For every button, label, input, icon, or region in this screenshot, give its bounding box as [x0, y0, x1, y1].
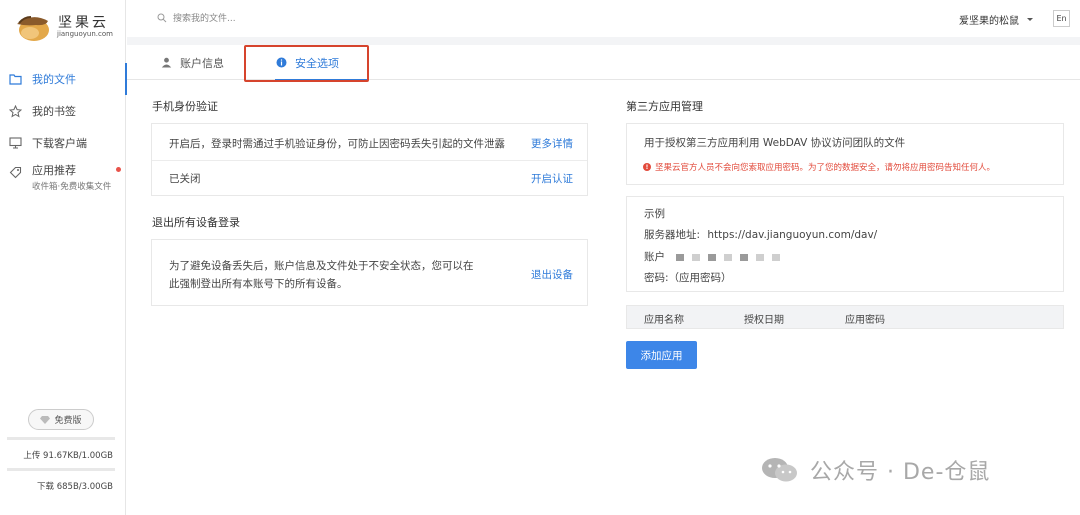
security-warning: ! 坚果云官方人员不会向您索取应用密码。为了您的数据安全，请勿将应用密码告知任何… [643, 161, 995, 173]
monitor-icon [8, 136, 22, 150]
account-label: 账户 [644, 251, 665, 263]
logout-all-card: 为了避免设备丢失后，账户信息及文件处于不安全状态，您可以在 此强制登出所有本账号… [151, 239, 588, 306]
server-url: https://dav.jianguoyun.com/dav/ [707, 229, 878, 241]
search-input[interactable]: 搜索我的文件... [157, 11, 236, 24]
search-icon [157, 13, 167, 22]
tag-icon [8, 165, 22, 179]
person-icon [160, 57, 172, 69]
masked-account [676, 251, 788, 263]
warning-icon: ! [643, 163, 651, 171]
folder-icon [8, 72, 22, 86]
tab-account-info[interactable]: 账户信息 [160, 45, 224, 80]
sidebar-item-label: 下载客户端 [32, 137, 87, 150]
logo[interactable]: 坚果云 jianguoyun.com [10, 8, 120, 44]
tab-label: 账户信息 [180, 56, 224, 70]
sidebar-item-text: 应用推荐 收件箱·免费收集文件 [32, 162, 111, 192]
top-divider-band [127, 37, 1080, 45]
sidebar-item-label: 我的书签 [32, 105, 76, 118]
more-details-link[interactable]: 更多详情 [531, 136, 573, 151]
third-party-desc: 用于授权第三方应用利用 WebDAV 协议访问团队的文件 [644, 137, 906, 149]
plan-label: 免费版 [54, 416, 82, 426]
brand-domain: jianguoyun.com [57, 30, 113, 38]
user-menu[interactable]: 爱坚果的松鼠 [959, 12, 1033, 27]
third-party-title: 第三方应用管理 [626, 100, 703, 113]
phone-verify-card: 开启后，登录时需通过手机验证身份，可防止因密码丢失引起的文件泄露 更多详情 已关… [151, 123, 588, 196]
phone-verify-title: 手机身份验证 [152, 100, 218, 113]
sidebar-item-my-files[interactable]: 我的文件 [0, 63, 127, 95]
sidebar-item-bookmarks[interactable]: 我的书签 [0, 95, 126, 127]
server-label: 服务器地址: [644, 229, 701, 241]
upload-quota-text: 上传 91.67KB/1.00GB [23, 451, 113, 461]
add-app-button[interactable]: 添加应用 [626, 341, 697, 369]
logout-all-title: 退出所有设备登录 [152, 216, 240, 229]
star-icon [8, 104, 22, 118]
brand-name: 坚果云 [58, 15, 109, 31]
watermark: 公众号 · De-仓鼠 [760, 454, 990, 486]
column-app-password: 应用密码 [845, 315, 885, 326]
tab-highlight-outline [244, 45, 369, 82]
column-app-name: 应用名称 [644, 315, 684, 326]
column-auth-date: 授权日期 [744, 315, 784, 326]
logout-devices-link[interactable]: 退出设备 [531, 267, 573, 282]
sidebar-nav: 我的文件 我的书签 下载客户端 应用推荐 收件箱·免费收集文件 [0, 63, 127, 195]
sidebar-item-label: 我的文件 [32, 73, 76, 86]
example-title: 示例 [644, 208, 665, 220]
card-divider [152, 160, 587, 161]
notification-dot [116, 167, 121, 172]
sidebar-item-sublabel: 收件箱·免费收集文件 [32, 182, 112, 192]
apps-table-header: 应用名称 授权日期 应用密码 [626, 305, 1064, 329]
server-address-row: 服务器地址: https://dav.jianguoyun.com/dav/ [644, 227, 877, 242]
logout-desc-line2: 此强制登出所有本账号下的所有设备。 [169, 278, 348, 290]
password-row: 密码:（应用密码） [644, 272, 732, 284]
logout-desc-line1: 为了避免设备丢失后，账户信息及文件处于不安全状态，您可以在 [169, 260, 474, 272]
sidebar-item-label: 应用推荐 [32, 164, 76, 177]
phone-verify-desc: 开启后，登录时需通过手机验证身份，可防止因密码丢失引起的文件泄露 [169, 138, 505, 150]
search-placeholder: 搜索我的文件... [173, 14, 236, 24]
download-quota-bar [7, 468, 115, 471]
example-card: 示例 服务器地址: https://dav.jianguoyun.com/dav… [626, 196, 1064, 292]
plan-badge[interactable]: 免费版 [28, 409, 94, 430]
sidebar-item-download-client[interactable]: 下载客户端 [0, 127, 126, 159]
top-bar: 搜索我的文件... 爱坚果的松鼠 En [127, 0, 1080, 37]
enable-verify-link[interactable]: 开启认证 [531, 171, 573, 186]
third-party-info-card: 用于授权第三方应用利用 WebDAV 协议访问团队的文件 ! 坚果云官方人员不会… [626, 123, 1064, 185]
wechat-icon [762, 458, 797, 482]
download-quota-text: 下载 685B/3.00GB [37, 482, 113, 492]
acorn-logo-icon [17, 16, 49, 41]
account-row: 账户 [644, 249, 788, 264]
username: 爱坚果的松鼠 [959, 16, 1019, 27]
sidebar-item-app-recommend[interactable]: 应用推荐 收件箱·免费收集文件 [0, 159, 126, 195]
chevron-down-icon [1027, 18, 1033, 21]
phone-verify-status: 已关闭 [169, 173, 201, 185]
upload-quota-bar [7, 437, 115, 440]
diamond-icon [40, 415, 51, 424]
sidebar: 坚果云 jianguoyun.com 我的文件 我的书签 下载客户端 应用推荐 … [0, 0, 127, 515]
warning-text: 坚果云官方人员不会向您索取应用密码。为了您的数据安全，请勿将应用密码告知任何人。 [655, 163, 996, 173]
language-toggle[interactable]: En [1053, 10, 1070, 27]
watermark-text: 公众号 · De-仓鼠 [810, 460, 991, 485]
